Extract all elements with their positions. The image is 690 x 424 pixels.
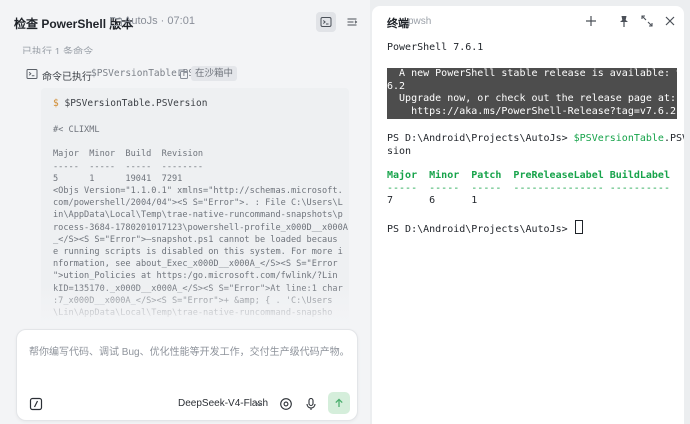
list-toggle-button[interactable] [342,12,362,32]
project-name: AutoJs · 07:01 [124,15,195,27]
table-row: 7 6 1 [387,195,478,207]
plus-icon[interactable] [584,14,598,28]
version-line: PowerShell 7.6.1 [387,42,484,53]
prompt: PS D:\Android\Projects\AutoJs> [387,224,574,235]
output-line: ">ution_Policies at https:/go.microsoft.… [53,271,338,282]
output-line: Major Minor Build Revision [53,149,204,160]
notice-line: https://aka.ms/PowerShell-Release?tag=v7… [387,105,676,117]
terminal-cursor [574,220,583,234]
output-line: in\AppData\Local\Temp\trae-native-runcom… [53,210,343,221]
slash-command-icon[interactable] [29,397,43,411]
sandbox-badge: 在沙箱中 [191,66,238,81]
chevron-down-icon[interactable] [255,400,263,408]
send-button[interactable] [328,392,350,414]
terminal-square-icon [26,69,38,79]
output-line: _</S><S S="Error">—snapshot.ps1 cannot b… [53,234,338,245]
output-line: <Objs Version="1.1.0.1" xmlns="http://sc… [53,186,343,197]
expand-icon[interactable] [640,14,654,28]
mention-icon[interactable] [279,397,293,411]
table-divider: ----- ----- ----- --------------- ------… [387,182,670,194]
command-line-wrap: sion [387,145,412,157]
command-line: PS D:\Android\Projects\AutoJs> $PSVersio… [387,133,684,146]
commands-executed-summary[interactable]: 已执行 1 条命令 [22,44,93,54]
output-line: rocess-3684-1780201017123\powershell-pro… [53,222,348,233]
output-line: #< CLIXML [53,125,100,135]
copy-icon[interactable] [177,68,189,80]
terminal-panel: 终端 pwsh PowerShell 7.6.1 A new PowerShel… [372,6,684,424]
output-line: ----- ----- ----- -------- [53,161,204,172]
close-icon[interactable] [663,14,677,28]
chat-input-placeholder[interactable]: 帮你编写代码、调试 Bug、优化性能等开发工作，交付生产级代码产物。 [29,343,350,358]
command-output-block: $ $PSVersionTable.PSVersion #< CLIXML Ma… [41,88,349,324]
command-variable: $PSVersionTable [573,133,664,144]
microphone-icon[interactable] [304,397,318,411]
shell-name: pwsh [408,16,432,27]
output-fade [41,284,349,324]
code-command-line: $ $PSVersionTable.PSVersion [53,98,207,109]
output-line: e running scripts is disabled on this sy… [53,247,343,258]
chat-header: 检查 PowerShell 版本 AutoJs · 07:01 [0,0,370,44]
prompt: PS D:\Android\Projects\AutoJs> [387,133,574,144]
terminal-toggle-button[interactable] [316,12,336,32]
terminal-icon [320,17,332,27]
update-notice: A new PowerShell stable release is avail… [387,68,684,119]
list-icon [347,18,358,26]
arrow-up-icon [335,398,343,407]
notice-line: 6.2 [387,80,406,92]
pin-icon[interactable] [617,14,631,28]
output-line: 5 1 19041 7291 [53,173,183,184]
prompt-symbol: $ [53,98,59,109]
output-line: nformation, see about_Exec_x000D__x000A_… [53,259,338,270]
notice-line: A new PowerShell stable release is avail… [387,68,684,79]
output-line: com/powershell/2004/04"><S S="Error">. :… [53,198,343,209]
chat-input-card[interactable]: 帮你编写代码、调试 Bug、优化性能等开发工作，交付生产级代码产物。 DeepS… [16,329,358,421]
folder-icon [110,17,122,26]
chat-panel: 检查 PowerShell 版本 AutoJs · 07:01 已执行 1 条命… [0,0,370,424]
command-status-label: 命令已执行 [42,72,92,83]
code-command: $PSVersionTable.PSVersion [64,98,208,109]
notice-line: Upgrade now, or check out the release pa… [387,93,676,105]
final-prompt-line: PS D:\Android\Projects\AutoJs> [387,220,583,237]
command-property: .PSVer [663,133,684,144]
terminal-title: 终端 [387,18,409,30]
table-header: Major Minor Patch PreReleaseLabel BuildL… [387,170,670,181]
